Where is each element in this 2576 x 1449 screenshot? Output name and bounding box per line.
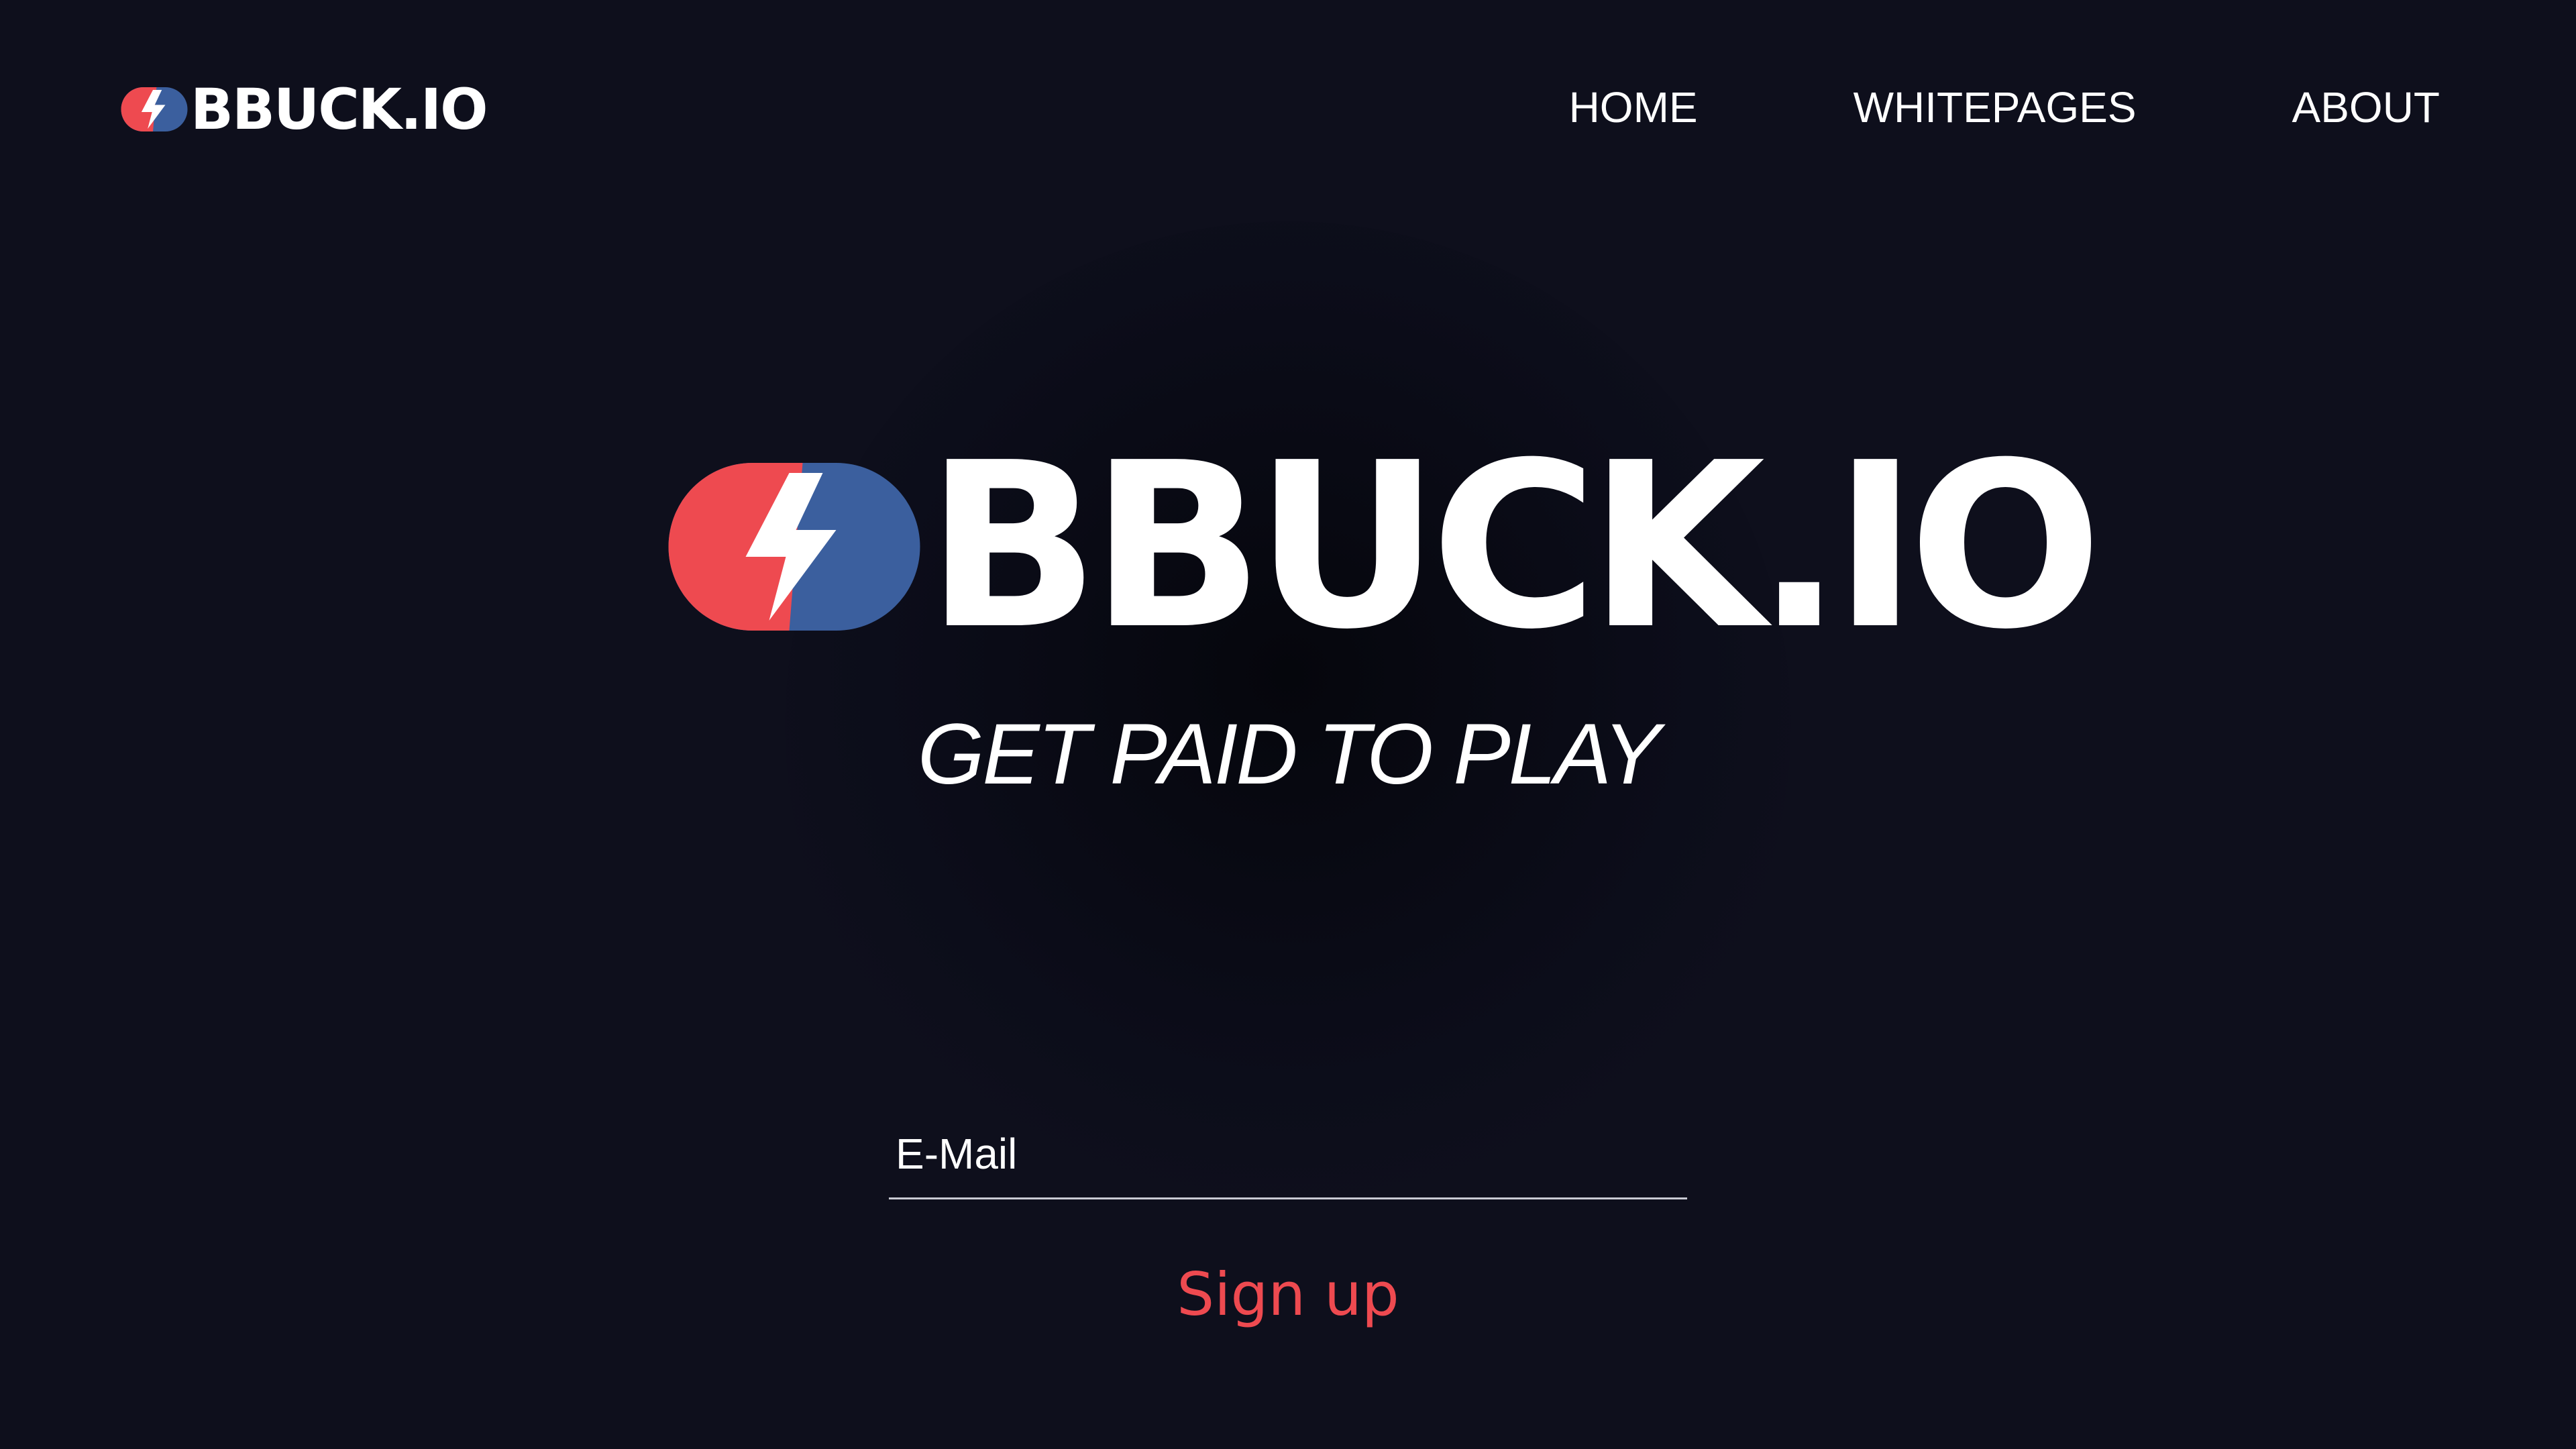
hero-tagline: GET PAID TO PLAY	[917, 706, 1660, 802]
lightning-logo-icon	[121, 87, 188, 131]
hero-logo: BBUCK.IO	[665, 414, 2102, 680]
lightning-logo-icon	[668, 463, 920, 631]
signup-button[interactable]: Sign up	[1087, 1244, 1489, 1345]
email-field-wrapper	[889, 1117, 1687, 1199]
header-logo-text: BBUCK.IO	[191, 76, 488, 142]
email-input[interactable]	[889, 1117, 1687, 1191]
header-logo[interactable]: BBUCK.IO	[121, 76, 488, 142]
hero-title: BBUCK.IO	[926, 414, 2102, 680]
nav-home-link[interactable]: HOME	[1569, 83, 1698, 132]
nav-whitepages-link[interactable]: WHITEPAGES	[1854, 83, 2137, 132]
nav-about-link[interactable]: ABOUT	[2292, 83, 2440, 132]
main-nav: HOME WHITEPAGES ABOUT	[1569, 77, 2440, 138]
